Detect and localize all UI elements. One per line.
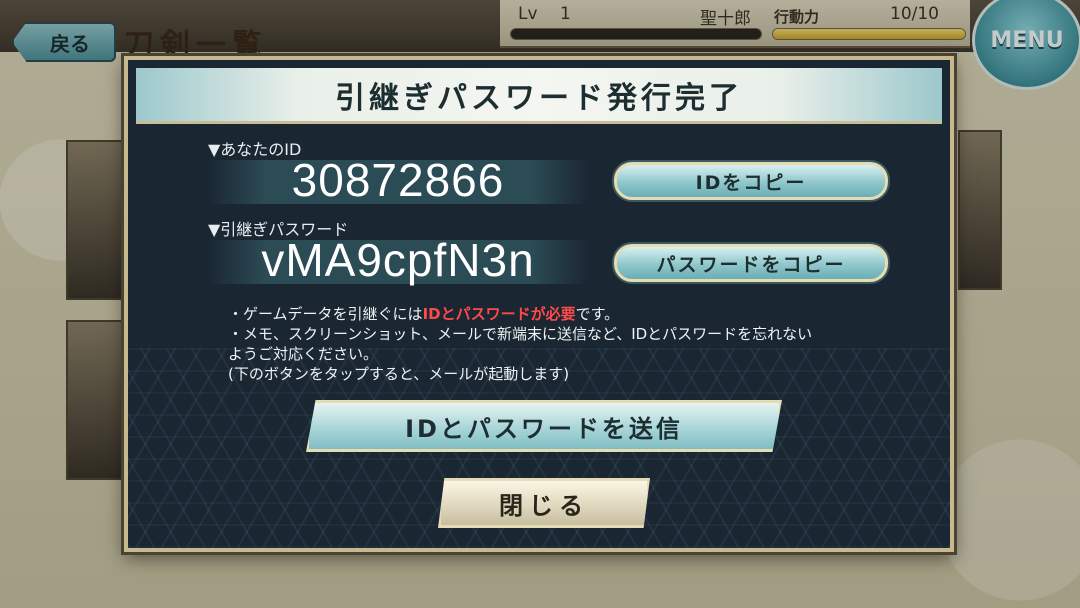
copy-id-button-label: IDをコピー: [695, 171, 807, 194]
note-line-3: ようご対応ください。: [228, 345, 379, 363]
close-button-label: 閉じる: [499, 491, 589, 520]
transfer-notes: ・ゲームデータを引継ぐにはIDとパスワードが必要です。 ・メモ、スクリーンショッ…: [228, 304, 888, 384]
transfer-password-dialog: 引継ぎパスワード発行完了 ▼あなたのID 30872866 IDをコピー ▼引継…: [124, 56, 954, 552]
note-highlight: IDとパスワードが必要: [422, 305, 576, 323]
send-button-label: IDとパスワードを送信: [405, 414, 683, 443]
copy-password-button-label: パスワードをコピー: [656, 253, 846, 276]
note-line-1-suffix: です。: [575, 305, 620, 323]
send-id-password-button[interactable]: IDとパスワードを送信: [306, 400, 782, 452]
dialog-header: 引継ぎパスワード発行完了: [136, 68, 942, 124]
close-button[interactable]: 閉じる: [438, 478, 650, 528]
note-line-4: (下のボタンをタップすると、メールが起動します): [228, 365, 570, 383]
copy-password-button[interactable]: パスワードをコピー: [614, 244, 888, 282]
note-line-1: ・ゲームデータを引継ぐにはIDとパスワードが必要です。: [228, 304, 888, 324]
note-line-1-prefix: ・ゲームデータを引継ぐには: [228, 305, 423, 323]
note-line-2: ・メモ、スクリーンショット、メールで新端末に送信など、IDとパスワードを忘れない: [228, 325, 813, 343]
password-value: vMA9cpfN3n: [261, 234, 535, 286]
copy-id-button[interactable]: IDをコピー: [614, 162, 888, 200]
dialog-title: 引継ぎパスワード発行完了: [335, 80, 743, 116]
id-value: 30872866: [291, 154, 505, 206]
